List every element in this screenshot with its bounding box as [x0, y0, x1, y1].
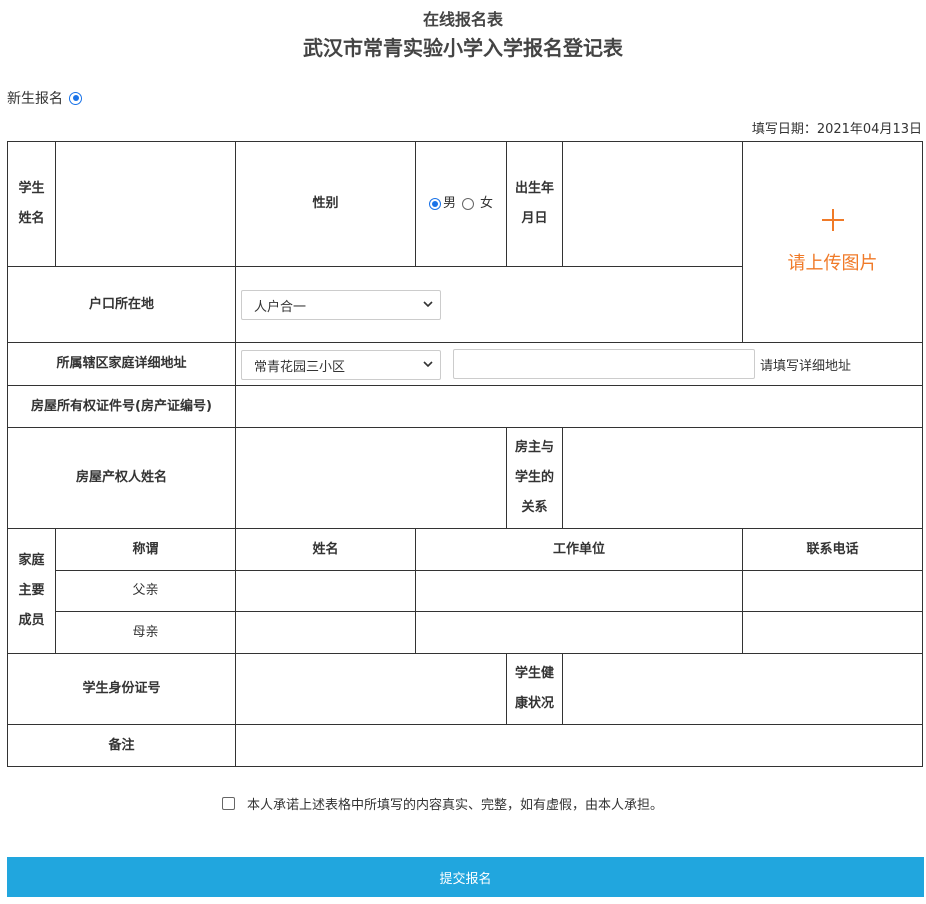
- new-registration-label: 新生报名: [7, 91, 63, 107]
- plus-icon: [821, 208, 844, 231]
- gender-male-label: 男: [442, 196, 456, 211]
- property-cert-field[interactable]: [235, 385, 923, 428]
- health-field[interactable]: [562, 653, 923, 725]
- pledge-text: 本人承诺上述表格中所填写的内容真实、完整，如有虚假，由本人承担。: [247, 798, 664, 813]
- family-row-mother: 母亲: [55, 611, 236, 654]
- new-registration-radio[interactable]: [69, 91, 82, 105]
- address-detail-input[interactable]: [453, 349, 755, 379]
- student-id-label: 学生身份证号: [7, 653, 236, 725]
- mother-work-field[interactable]: [415, 611, 743, 654]
- submit-button[interactable]: 提交报名: [7, 857, 924, 897]
- address-district-select[interactable]: 常青花园三小区: [241, 350, 441, 380]
- gender-label: 性别: [235, 141, 416, 267]
- family-header-relation: 称谓: [55, 528, 236, 571]
- student-name-field[interactable]: [55, 141, 236, 267]
- birth-field[interactable]: [562, 141, 743, 267]
- chevron-down-icon: [423, 361, 433, 368]
- fill-date: 填写日期：2021年04月13日: [751, 122, 922, 137]
- property-cert-label: 房屋所有权证件号(房产证编号): [7, 385, 236, 428]
- father-phone-field[interactable]: [742, 570, 923, 612]
- owner-name-label: 房屋产权人姓名: [7, 427, 236, 529]
- family-header-name: 姓名: [235, 528, 416, 571]
- family-row-father: 父亲: [55, 570, 236, 612]
- remarks-field[interactable]: [235, 724, 923, 767]
- remarks-label: 备注: [7, 724, 236, 767]
- address-hint: 请填写详细地址: [760, 359, 852, 374]
- form-subtitle: 在线报名表: [422, 10, 503, 29]
- gender-female-radio[interactable]: [462, 198, 474, 210]
- owner-name-field[interactable]: [235, 427, 507, 529]
- chevron-down-icon: [423, 301, 433, 308]
- mother-name-field[interactable]: [235, 611, 416, 654]
- gender-field: 男 女: [415, 141, 507, 267]
- family-header-phone: 联系电话: [742, 528, 923, 571]
- father-work-field[interactable]: [415, 570, 743, 612]
- student-id-field[interactable]: [235, 653, 507, 725]
- hukou-select[interactable]: 人户合一: [241, 290, 441, 320]
- health-label: 学生健康状况: [506, 653, 563, 725]
- birth-label: 出生年月日: [506, 141, 563, 267]
- gender-male-radio[interactable]: [428, 198, 441, 210]
- pledge-checkbox[interactable]: [222, 797, 235, 810]
- student-name-label: 学生姓名: [7, 141, 56, 267]
- owner-relation-field[interactable]: [562, 427, 923, 529]
- new-registration-option[interactable]: 新生报名: [7, 88, 82, 108]
- address-label: 所属辖区家庭详细地址: [7, 342, 236, 386]
- photo-upload-area[interactable]: 请上传图片: [742, 141, 923, 342]
- mother-phone-field[interactable]: [742, 611, 923, 654]
- upload-label: 请上传图片: [787, 252, 878, 274]
- family-header-work: 工作单位: [415, 528, 743, 571]
- family-label: 家庭主要成员: [7, 528, 56, 654]
- form-title: 武汉市常青实验小学入学报名登记表: [303, 36, 623, 60]
- hukou-label: 户口所在地: [7, 266, 236, 343]
- pledge-option[interactable]: 本人承诺上述表格中所填写的内容真实、完整，如有虚假，由本人承担。: [222, 794, 663, 813]
- gender-female-label: 女: [480, 196, 494, 211]
- owner-relation-label: 房主与学生的关系: [506, 427, 563, 529]
- father-name-field[interactable]: [235, 570, 416, 612]
